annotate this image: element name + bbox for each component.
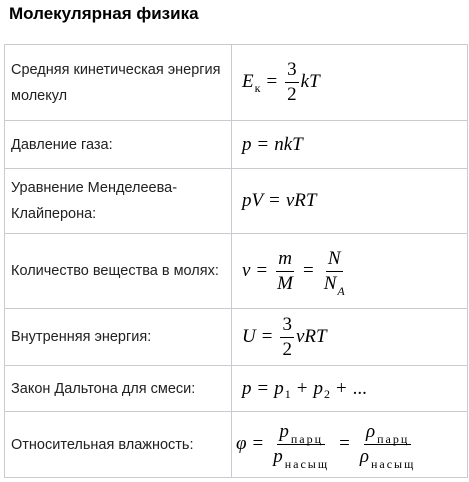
formula-internal-energy: U = 3 2 νRT	[242, 313, 327, 360]
row-label: Закон Дальтона для смеси:	[4, 365, 232, 412]
fraction: 3 2	[280, 313, 294, 360]
page-title: Молекулярная физика	[9, 4, 199, 23]
table-row: Закон Дальтона для смеси: p = p1 + p2 + …	[4, 365, 468, 412]
row-formula: ν = m M = N NA	[231, 233, 468, 309]
fraction: m M	[276, 247, 294, 294]
row-label: Относительная влажность:	[4, 411, 232, 478]
row-formula: pV = νRT	[231, 168, 468, 234]
table-row: Средняя кинетическая энергия молекул Eк …	[4, 44, 468, 121]
row-formula: Eк = 3 2 kT	[231, 44, 468, 121]
formula-kinetic-energy: Eк = 3 2 kT	[242, 59, 320, 105]
formula-dalton-law: p = p1 + p2 + ...	[242, 377, 367, 402]
formula-amount-of-substance: ν = m M = N NA	[242, 247, 345, 298]
table-row: Давление газа: p = nkT	[4, 120, 468, 169]
row-label: Давление газа:	[4, 120, 232, 169]
row-label: Внутренняя энергия:	[4, 308, 232, 366]
fraction: 3 2	[285, 59, 299, 105]
formula-table: Средняя кинетическая энергия молекул Eк …	[4, 44, 468, 478]
row-formula: U = 3 2 νRT	[231, 308, 468, 366]
table-row: Уравнение Менделеева-Клайперона: pV = νR…	[4, 168, 468, 234]
row-label: Количество вещества в молях:	[4, 233, 232, 309]
row-formula: p = nkT	[231, 120, 468, 169]
formula-relative-humidity: φ = p парц p насыщ = ρ парц ρ насыщ	[236, 421, 416, 471]
fraction: N NA	[323, 247, 345, 298]
row-formula: p = p1 + p2 + ...	[231, 365, 468, 412]
table-row: Внутренняя энергия: U = 3 2 νRT	[4, 308, 468, 366]
formula-gas-pressure: p = nkT	[242, 133, 303, 155]
row-label: Средняя кинетическая энергия молекул	[4, 44, 232, 121]
table-row: Количество вещества в молях: ν = m M = N…	[4, 233, 468, 309]
fraction: p парц p насыщ	[273, 421, 330, 471]
table-row: Относительная влажность: φ = p парц p насы…	[4, 411, 468, 478]
fraction: ρ парц ρ насыщ	[359, 421, 416, 471]
row-label: Уравнение Менделеева-Клайперона:	[4, 168, 232, 234]
row-formula: φ = p парц p насыщ = ρ парц ρ насыщ	[231, 411, 468, 478]
formula-ideal-gas-law: pV = νRT	[242, 190, 317, 211]
